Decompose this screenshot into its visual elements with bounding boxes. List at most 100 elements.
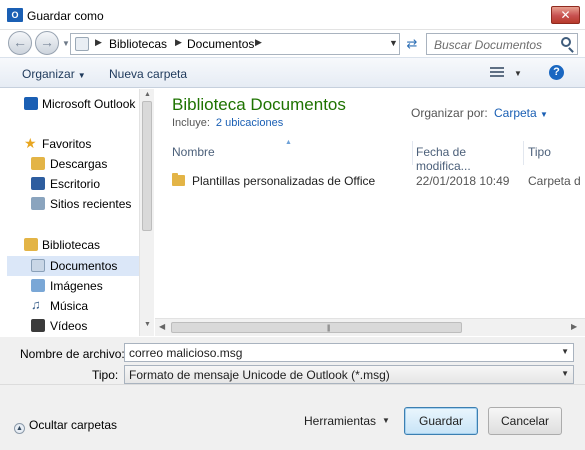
chevron-down-icon[interactable]: ▼ xyxy=(561,369,569,378)
videos-icon xyxy=(31,319,45,332)
navigation-pane: Microsoft Outlook ★ Favoritos Descargas … xyxy=(7,89,139,336)
nav-item-label: Descargas xyxy=(50,157,108,171)
star-icon: ★ xyxy=(24,135,37,151)
file-list-pane: Biblioteca Documentos Incluye: 2 ubicacio… xyxy=(155,89,585,336)
scroll-thumb[interactable]: ||| xyxy=(171,322,462,333)
music-icon: ♫ xyxy=(31,297,41,312)
title-bar: O Guardar como ✕ xyxy=(0,0,585,30)
scroll-right-icon[interactable]: ▶ xyxy=(571,322,577,331)
filename-value: correo malicioso.msg xyxy=(129,346,243,360)
filename-field[interactable]: correo malicioso.msg ▼ xyxy=(124,343,574,362)
column-header-type[interactable]: Tipo xyxy=(528,141,585,165)
filename-label: Nombre de archivo: xyxy=(20,347,125,361)
includes-label: Incluye: xyxy=(172,117,210,129)
organize-menu-button[interactable]: Organizar ▼ xyxy=(22,67,86,81)
horizontal-scrollbar[interactable]: ◀ ||| ▶ xyxy=(155,318,585,336)
save-button[interactable]: Guardar xyxy=(404,407,478,435)
scroll-down-icon[interactable]: ▼ xyxy=(144,321,151,328)
new-folder-button[interactable]: Nueva carpeta xyxy=(109,67,187,81)
caret-down-icon: ▼ xyxy=(540,110,548,119)
nav-item-escritorio[interactable]: Escritorio xyxy=(7,174,139,194)
nav-pane-scrollbar[interactable]: ▲ ▼ xyxy=(139,89,154,336)
nav-item-favoritos[interactable]: ★ Favoritos xyxy=(7,134,139,154)
nav-item-label: Imágenes xyxy=(50,279,103,293)
back-button[interactable]: ← xyxy=(8,31,32,55)
window-title: Guardar como xyxy=(27,9,104,23)
address-bar[interactable]: ▶ Bibliotecas ▶ Documentos ▶ ▼ xyxy=(70,33,400,55)
save-form: Nombre de archivo: correo malicioso.msg … xyxy=(0,337,585,384)
outlook-icon xyxy=(24,97,38,110)
nav-item-label: Sitios recientes xyxy=(50,197,132,211)
arrange-by-value: Carpeta xyxy=(494,106,537,120)
nav-item-label: Documentos xyxy=(50,259,118,273)
scroll-up-icon[interactable]: ▲ xyxy=(144,91,151,98)
outlook-app-icon: O xyxy=(7,8,23,22)
caret-down-icon: ▼ xyxy=(77,71,86,80)
nav-item-sitios-recientes[interactable]: Sitios recientes xyxy=(7,194,139,214)
arrange-by-dropdown[interactable]: Carpeta ▼ xyxy=(494,106,548,120)
file-type-select[interactable]: Formato de mensaje Unicode de Outlook (*… xyxy=(124,365,574,384)
breadcrumb-documentos[interactable]: Documentos xyxy=(187,37,254,51)
search-placeholder: Buscar Documentos xyxy=(434,38,543,52)
hide-folders-button[interactable]: ▲ Ocultar carpetas xyxy=(14,418,117,434)
libraries-icon xyxy=(24,238,38,251)
nav-item-musica[interactable]: ♫ Música xyxy=(7,296,139,316)
toolbar: Organizar ▼ Nueva carpeta ▼ ? xyxy=(0,57,585,88)
views-dropdown-icon[interactable]: ▼ xyxy=(514,69,522,78)
nav-item-label: Escritorio xyxy=(50,177,101,191)
close-button[interactable]: ✕ xyxy=(551,6,580,24)
breadcrumb-separator-icon[interactable]: ▶ xyxy=(175,37,182,48)
cancel-button[interactable]: Cancelar xyxy=(488,407,562,435)
views-icon[interactable] xyxy=(490,67,504,79)
nav-item-imagenes[interactable]: Imágenes xyxy=(7,276,139,296)
search-input[interactable]: Buscar Documentos xyxy=(426,33,578,55)
nav-item-descargas[interactable]: Descargas xyxy=(7,154,139,174)
forward-button[interactable]: → xyxy=(35,31,59,55)
nav-item-bibliotecas[interactable]: Bibliotecas xyxy=(7,235,139,255)
grip-icon: ||| xyxy=(327,325,331,332)
file-type: Carpeta d xyxy=(528,174,581,188)
chevron-up-icon: ▲ xyxy=(14,423,25,434)
type-label: Tipo: xyxy=(92,368,119,382)
nav-item-label: Favoritos xyxy=(42,137,92,151)
pictures-icon xyxy=(31,279,45,292)
address-dropdown-icon[interactable]: ▼ xyxy=(389,38,398,48)
scroll-thumb[interactable] xyxy=(142,101,152,231)
refresh-icon[interactable]: ⇄ xyxy=(403,35,421,53)
column-header-name[interactable]: Nombre xyxy=(172,141,413,165)
breadcrumb-separator-icon[interactable]: ▶ xyxy=(95,37,102,48)
library-includes: Incluye: 2 ubicaciones xyxy=(172,117,283,129)
nav-item-label: Bibliotecas xyxy=(42,238,101,252)
nav-item-label: Música xyxy=(50,299,89,313)
includes-locations-link[interactable]: 2 ubicaciones xyxy=(216,117,283,129)
organize-label: Organizar xyxy=(22,67,75,81)
file-date: 22/01/2018 10:49 xyxy=(416,174,510,188)
address-row: ← → ▼ ▶ Bibliotecas ▶ Documentos ▶ ▼ ⇄ B… xyxy=(0,30,585,56)
scroll-left-icon[interactable]: ◀ xyxy=(159,322,165,331)
library-location-icon xyxy=(75,37,89,51)
nav-item-documentos[interactable]: Documentos xyxy=(7,256,139,276)
help-icon[interactable]: ? xyxy=(549,65,564,80)
library-title: Biblioteca Documentos xyxy=(172,95,346,114)
breadcrumb-bibliotecas[interactable]: Bibliotecas xyxy=(109,37,167,51)
nav-item-videos[interactable]: Vídeos xyxy=(7,316,139,336)
tools-button[interactable]: Herramientas xyxy=(304,414,376,428)
column-header-date[interactable]: Fecha de modifica... xyxy=(416,141,524,173)
recent-places-icon xyxy=(31,197,45,210)
folder-icon xyxy=(172,173,185,186)
recent-locations-dropdown[interactable]: ▼ xyxy=(62,39,70,48)
documents-icon xyxy=(31,259,45,272)
breadcrumb-separator-icon[interactable]: ▶ xyxy=(255,37,262,48)
hide-folders-label: Ocultar carpetas xyxy=(29,418,118,432)
desktop-icon xyxy=(31,177,45,190)
file-row[interactable]: Plantillas personalizadas de Office 22/0… xyxy=(172,171,585,191)
chevron-down-icon[interactable]: ▼ xyxy=(561,347,569,356)
tools-dropdown-icon[interactable]: ▼ xyxy=(382,416,390,425)
dialog-footer: ▲ Ocultar carpetas Herramientas ▼ Guardar… xyxy=(0,384,585,450)
file-name: Plantillas personalizadas de Office xyxy=(192,174,376,188)
file-type-value: Formato de mensaje Unicode de Outlook (*… xyxy=(129,368,390,382)
nav-item-microsoft-outlook[interactable]: Microsoft Outlook xyxy=(7,94,139,114)
nav-item-label: Vídeos xyxy=(50,319,88,333)
search-icon[interactable] xyxy=(561,37,571,47)
arrange-by-label: Organizar por: xyxy=(411,106,488,120)
